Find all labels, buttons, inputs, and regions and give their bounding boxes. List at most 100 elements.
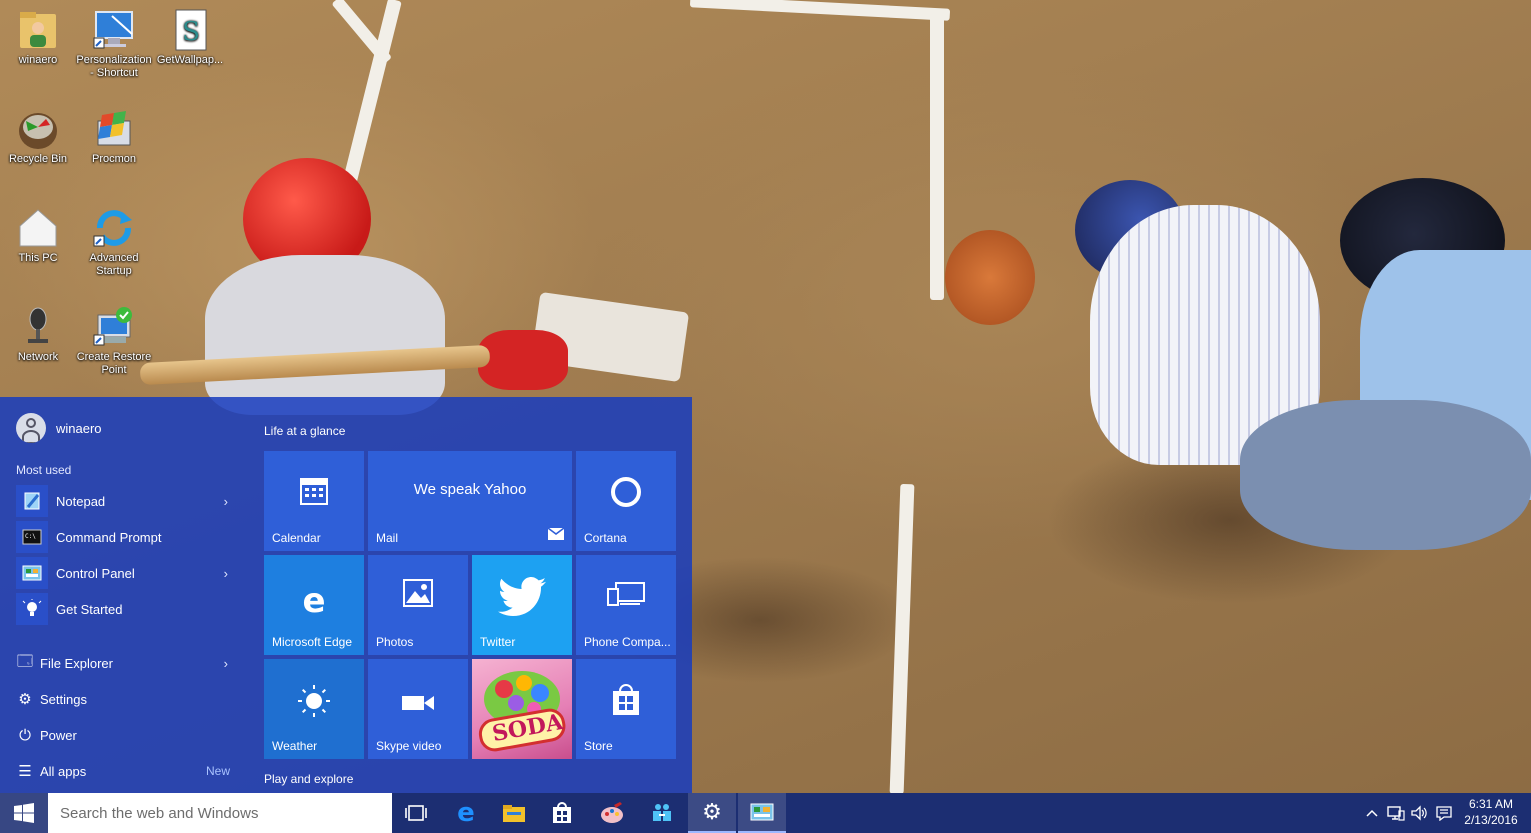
start-file-explorer-label: File Explorer: [40, 655, 113, 671]
search-input[interactable]: [58, 803, 382, 823]
user-name: winaero: [56, 420, 102, 436]
tile-photos[interactable]: Photos: [368, 555, 468, 655]
most-used-item-get-started[interactable]: Get Started: [16, 593, 236, 625]
advanced-startup-icon: [92, 206, 136, 250]
store-icon: [576, 683, 676, 720]
start-power[interactable]: ⏻ Power: [16, 723, 236, 747]
tile-label: Twitter: [480, 635, 516, 649]
photos-icon: [368, 579, 468, 610]
taskbar-file-explorer-button[interactable]: [490, 793, 538, 833]
catcher-mitt: [945, 230, 1035, 325]
tile-store[interactable]: Store: [576, 659, 676, 759]
clock[interactable]: 6:31 AM 2/13/2016: [1460, 796, 1522, 828]
avatar: [16, 413, 46, 443]
desktop-icon-label: Advanced Startup: [89, 252, 139, 277]
network-tray-button[interactable]: [1385, 793, 1407, 833]
user-account-button[interactable]: winaero: [16, 413, 102, 443]
phone-companion-icon: [576, 579, 676, 610]
desktop-icon-label: Network: [17, 351, 59, 363]
most-used-item-notepad[interactable]: Notepad ›: [16, 485, 236, 517]
chevron-right-icon[interactable]: ›: [224, 494, 228, 509]
desktop-icon-this-pc[interactable]: This PC: [0, 206, 76, 265]
svg-text:S: S: [182, 17, 200, 47]
tile-twitter[interactable]: Twitter: [472, 555, 572, 655]
tile-label: Skype video: [376, 739, 442, 753]
most-used-heading: Most used: [16, 463, 72, 477]
mail-icon: [547, 527, 565, 543]
tile-candy-crush-soda[interactable]: SODA: [472, 659, 572, 759]
all-apps-icon: ☰: [18, 763, 32, 780]
start-button[interactable]: [0, 793, 48, 833]
task-view-button[interactable]: [392, 793, 440, 833]
taskbar-control-panel-button[interactable]: [738, 793, 786, 833]
action-center-button[interactable]: [1432, 793, 1456, 833]
taskbar-paint-button[interactable]: [588, 793, 636, 833]
network-status-icon: [1387, 806, 1405, 821]
start-all-apps-label: All apps: [40, 763, 87, 779]
tile-phone-companion[interactable]: Phone Compa...: [576, 555, 676, 655]
desktop-icon-advanced-startup[interactable]: Advanced Startup: [76, 206, 152, 278]
start-all-apps[interactable]: ☰ All apps New: [16, 759, 236, 783]
chevron-right-icon[interactable]: ›: [224, 656, 228, 671]
most-used-item-control-panel[interactable]: Control Panel ›: [16, 557, 236, 589]
power-icon: ⏻: [19, 726, 31, 744]
tile-label: Microsoft Edge: [272, 635, 353, 649]
taskbar: e ⚙ 6:31 AM 2/13/2016: [0, 793, 1531, 833]
tile-mail[interactable]: We speak Yahoo Mail: [368, 451, 572, 551]
taskbar-store-button[interactable]: [538, 793, 586, 833]
settings-icon: ⚙: [702, 799, 722, 824]
svg-text:C:\: C:\: [25, 533, 36, 540]
cortana-icon: [576, 475, 676, 512]
desktop-icon-procmon[interactable]: Procmon: [76, 107, 152, 166]
tile-weather[interactable]: Weather: [264, 659, 364, 759]
batter-glove: [478, 330, 568, 390]
tile-microsoft-edge[interactable]: e Microsoft Edge: [264, 555, 364, 655]
clock-date: 2/13/2016: [1464, 813, 1518, 827]
twitter-icon: [472, 577, 572, 620]
tile-label: Store: [584, 739, 613, 753]
tile-label: Cortana: [584, 531, 627, 545]
desktop-icon-personalization[interactable]: Personalization - Shortcut: [76, 8, 152, 80]
file-explorer-icon: 🗔: [16, 652, 34, 670]
desktop-icon-winaero[interactable]: winaero: [0, 8, 76, 67]
most-used-label: Get Started: [56, 601, 123, 617]
desktop-icon-label: GetWallpap...: [156, 54, 224, 66]
search-box[interactable]: [48, 793, 392, 833]
personalization-icon: [92, 8, 136, 52]
start-settings[interactable]: ⚙ Settings: [16, 687, 236, 711]
settings-icon: ⚙: [18, 691, 32, 708]
taskbar-edge-button[interactable]: e: [442, 793, 490, 833]
taskbar-settings-button[interactable]: ⚙: [688, 793, 736, 833]
skype-video-icon: [368, 693, 468, 716]
taskbar-people-button[interactable]: [638, 793, 686, 833]
procmon-icon: [92, 107, 136, 151]
restore-point-icon: [92, 305, 136, 349]
clock-time: 6:31 AM: [1468, 797, 1514, 811]
store-icon: [553, 802, 571, 823]
tile-cortana[interactable]: Cortana: [576, 451, 676, 551]
desktop-icon-create-restore-point[interactable]: Create Restore Point: [76, 305, 152, 377]
desktop-icon-network[interactable]: Network: [0, 305, 76, 364]
mail-headline: We speak Yahoo: [413, 481, 527, 498]
desktop-icon-label: Procmon: [91, 153, 137, 165]
chevron-right-icon[interactable]: ›: [224, 566, 228, 581]
show-hidden-icons-button[interactable]: [1362, 793, 1382, 833]
desktop-icon-recycle-bin[interactable]: Recycle Bin: [0, 107, 76, 166]
desktop-icon-getwallpaper[interactable]: S GetWallpap...: [152, 8, 228, 67]
umpire-legs: [1240, 400, 1531, 550]
chevron-up-icon: [1366, 809, 1378, 817]
tile-calendar[interactable]: Calendar: [264, 451, 364, 551]
tile-group-title: Life at a glance: [264, 424, 346, 438]
most-used-label: Command Prompt: [56, 529, 162, 545]
tile-label: Photos: [376, 635, 414, 649]
most-used-label: Notepad: [56, 493, 106, 509]
volume-tray-button[interactable]: [1408, 793, 1430, 833]
tile-label: Weather: [272, 739, 318, 753]
chalk-line: [339, 0, 402, 196]
volume-icon: [1411, 805, 1427, 821]
most-used-item-command-prompt[interactable]: C:\ Command Prompt: [16, 521, 236, 553]
tile-skype-video[interactable]: Skype video: [368, 659, 468, 759]
control-panel-icon: [16, 557, 48, 589]
notepad-icon: [16, 485, 48, 517]
start-file-explorer[interactable]: 🗔 File Explorer ›: [16, 651, 236, 675]
